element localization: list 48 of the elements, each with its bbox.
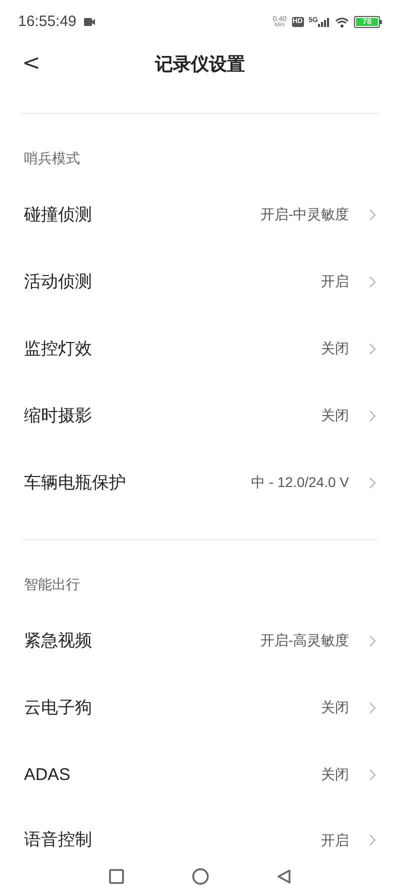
chevron-right-icon	[369, 702, 376, 714]
chevron-right-icon	[369, 276, 376, 288]
video-camera-icon	[84, 18, 96, 26]
settings-row[interactable]: 监控灯效 关闭	[0, 315, 400, 382]
back-button[interactable]: <	[22, 53, 40, 75]
chevron-right-icon	[369, 634, 376, 646]
setting-label: 车辆电瓶保护	[24, 472, 126, 494]
chevron-right-icon	[369, 476, 376, 488]
setting-value: 中 - 12.0/24.0 V	[250, 473, 349, 492]
wifi-icon	[335, 16, 349, 28]
settings-row[interactable]: 紧急视频 开启-高灵敏度	[0, 607, 400, 674]
setting-value: 开启	[321, 272, 349, 291]
page-title: 记录仪设置	[155, 52, 245, 76]
setting-value: 关闭	[321, 698, 349, 717]
setting-label: 碰撞侦测	[24, 204, 92, 226]
settings-row[interactable]: 车辆电瓶保护 中 - 12.0/24.0 V	[0, 449, 400, 516]
chevron-right-icon	[369, 410, 376, 422]
status-time: 16:55:49	[18, 12, 76, 32]
setting-label: 紧急视频	[24, 630, 92, 652]
settings-row[interactable]: 云电子狗 关闭	[0, 674, 400, 741]
setting-label: ADAS	[24, 764, 70, 786]
back-icon[interactable]	[277, 868, 291, 884]
setting-label: 活动侦测	[24, 270, 92, 293]
settings-row[interactable]: 缩时摄影 关闭	[0, 382, 400, 449]
setting-value: 关闭	[321, 406, 349, 425]
recent-apps-icon[interactable]	[109, 868, 124, 884]
setting-value: 关闭	[321, 765, 349, 784]
battery-icon: 78	[354, 16, 382, 28]
setting-value: 开启-高灵敏度	[260, 631, 349, 650]
setting-label: 缩时摄影	[24, 404, 92, 427]
setting-label: 监控灯效	[24, 338, 92, 360]
chevron-right-icon	[369, 768, 376, 780]
setting-value: 关闭	[321, 339, 349, 358]
setting-value: 开启-中灵敏度	[260, 205, 349, 224]
setting-label: 云电子狗	[24, 696, 92, 719]
chevron-right-icon	[369, 208, 376, 220]
settings-row[interactable]: 活动侦测 开启	[0, 248, 400, 315]
setting-value: 开启	[321, 830, 349, 850]
settings-row[interactable]: ADAS 关闭	[0, 741, 400, 808]
section-header: 哨兵模式	[24, 149, 80, 168]
setting-label: 语音控制	[24, 829, 92, 852]
settings-row[interactable]: 语音控制 开启	[0, 808, 400, 864]
settings-row[interactable]: 碰撞侦测 开启-中灵敏度	[0, 181, 400, 248]
chevron-right-icon	[369, 342, 376, 354]
signal-icon	[318, 17, 330, 27]
home-icon[interactable]	[192, 868, 209, 884]
chevron-right-icon	[369, 834, 376, 846]
section-header: 智能出行	[24, 575, 80, 594]
